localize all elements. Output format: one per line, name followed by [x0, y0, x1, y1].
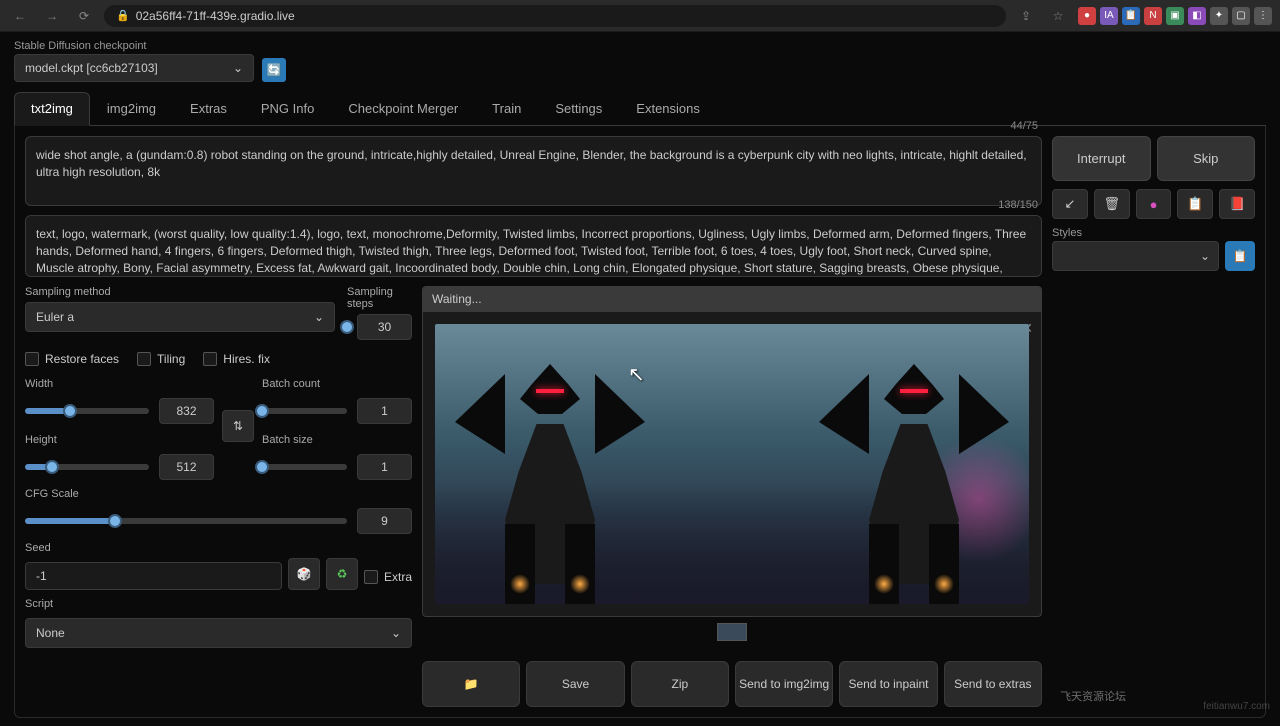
- browser-toolbar: ← → ⟳ 🔒 02a56ff4-71ff-439e.gradio.live ⇪…: [0, 0, 1280, 32]
- open-folder-button[interactable]: 📁: [422, 661, 520, 707]
- batch-count-slider[interactable]: [262, 408, 347, 414]
- watermark-url: feitianwu7.com: [1203, 701, 1270, 712]
- tab-settings[interactable]: Settings: [538, 92, 619, 125]
- preview-image[interactable]: [435, 324, 1029, 604]
- batch-size-slider[interactable]: [262, 464, 347, 470]
- random-seed-button[interactable]: 🎲: [288, 558, 320, 590]
- zip-button[interactable]: Zip: [631, 661, 729, 707]
- script-select[interactable]: None ⌄: [25, 618, 412, 648]
- restore-faces-checkbox[interactable]: Restore faces: [25, 352, 119, 366]
- width-label: Width: [25, 378, 214, 390]
- tab-txt2img[interactable]: txt2img: [14, 92, 90, 126]
- batch-count-label: Batch count: [262, 378, 412, 390]
- send-to-extras-button[interactable]: Send to extras: [944, 661, 1042, 707]
- batch-size-label: Batch size: [262, 434, 412, 446]
- batch-size-input[interactable]: [357, 454, 412, 480]
- cfg-scale-input[interactable]: [357, 508, 412, 534]
- tab-png-info[interactable]: PNG Info: [244, 92, 331, 125]
- width-slider[interactable]: [25, 408, 149, 414]
- watermark-text: 飞天资源论坛: [1060, 688, 1126, 704]
- seed-label: Seed: [25, 542, 282, 554]
- share-icon[interactable]: ⇪: [1014, 4, 1038, 28]
- checkpoint-label: Stable Diffusion checkpoint: [14, 40, 254, 52]
- quick-action-button[interactable]: 📕: [1219, 189, 1255, 219]
- extension-icon[interactable]: ▣: [1166, 7, 1184, 25]
- prompt-input[interactable]: [25, 136, 1042, 206]
- styles-label: Styles: [1052, 227, 1255, 239]
- height-slider[interactable]: [25, 464, 149, 470]
- hires-fix-checkbox[interactable]: Hires. fix: [203, 352, 270, 366]
- main-tabs: txt2imgimg2imgExtrasPNG InfoCheckpoint M…: [14, 92, 1266, 126]
- reuse-seed-button[interactable]: ♻: [326, 558, 358, 590]
- thumbnail-image[interactable]: [717, 623, 747, 641]
- back-button[interactable]: ←: [8, 4, 32, 28]
- lock-icon: 🔒: [116, 9, 130, 22]
- chevron-down-icon: ⌄: [233, 61, 243, 75]
- extension-icon[interactable]: ▢: [1232, 7, 1250, 25]
- tab-extensions[interactable]: Extensions: [619, 92, 717, 125]
- script-label: Script: [25, 598, 412, 610]
- tab-checkpoint-merger[interactable]: Checkpoint Merger: [331, 92, 475, 125]
- styles-select[interactable]: ⌄: [1052, 241, 1219, 271]
- seed-input[interactable]: [25, 562, 282, 590]
- url-text: 02a56ff4-71ff-439e.gradio.live: [136, 9, 295, 23]
- star-icon[interactable]: ☆: [1046, 4, 1070, 28]
- thumbnail-strip: [422, 617, 1042, 647]
- tab-extras[interactable]: Extras: [173, 92, 244, 125]
- neg-prompt-token-count: 138/150: [998, 199, 1038, 211]
- sampling-method-select[interactable]: Euler a ⌄: [25, 302, 335, 332]
- extra-seed-checkbox[interactable]: Extra: [364, 570, 412, 584]
- interrupt-button[interactable]: Interrupt: [1052, 136, 1151, 181]
- sampling-steps-label: Sampling steps: [347, 286, 412, 310]
- quick-action-button[interactable]: ●: [1136, 189, 1172, 219]
- forward-button[interactable]: →: [40, 4, 64, 28]
- tab-train[interactable]: Train: [475, 92, 538, 125]
- checkpoint-value: model.ckpt [cc6cb27103]: [25, 61, 158, 75]
- reload-button[interactable]: ⟳: [72, 4, 96, 28]
- quick-action-button[interactable]: 🗑: [1094, 189, 1130, 219]
- checkpoint-row: Stable Diffusion checkpoint model.ckpt […: [14, 40, 1266, 82]
- refresh-checkpoint-button[interactable]: 🔄: [262, 58, 286, 82]
- save-button[interactable]: Save: [526, 661, 624, 707]
- quick-action-button[interactable]: ↙: [1052, 189, 1088, 219]
- negative-prompt-input[interactable]: [25, 215, 1042, 277]
- script-value: None: [36, 626, 65, 640]
- chevron-down-icon: ⌄: [1200, 249, 1210, 263]
- address-bar[interactable]: 🔒 02a56ff4-71ff-439e.gradio.live: [104, 5, 1006, 27]
- extension-icon[interactable]: IA: [1100, 7, 1118, 25]
- extension-icon[interactable]: ●: [1078, 7, 1096, 25]
- batch-count-input[interactable]: [357, 398, 412, 424]
- extension-icon[interactable]: ⋮: [1254, 7, 1272, 25]
- cfg-scale-slider[interactable]: [25, 518, 347, 524]
- extension-icon[interactable]: ◧: [1188, 7, 1206, 25]
- sampling-steps-input[interactable]: [357, 314, 412, 340]
- prompt-token-count: 44/75: [1010, 120, 1038, 132]
- send-to-img2img-button[interactable]: Send to img2img: [735, 661, 833, 707]
- preview-status: Waiting...: [422, 286, 1042, 312]
- apply-style-button[interactable]: 📋: [1225, 241, 1255, 271]
- extension-icon[interactable]: N: [1144, 7, 1162, 25]
- tab-img2img[interactable]: img2img: [90, 92, 173, 125]
- extension-icon[interactable]: 📋: [1122, 7, 1140, 25]
- height-label: Height: [25, 434, 214, 446]
- height-input[interactable]: [159, 454, 214, 480]
- sampling-method-value: Euler a: [36, 310, 74, 324]
- preview-area: ✕: [422, 312, 1042, 617]
- cfg-scale-label: CFG Scale: [25, 488, 412, 500]
- main-panel: 44/75 138/150 Sampling method Euler a: [14, 126, 1266, 718]
- tiling-checkbox[interactable]: Tiling: [137, 352, 185, 366]
- sampling-method-label: Sampling method: [25, 286, 335, 298]
- chevron-down-icon: ⌄: [391, 626, 401, 640]
- skip-button[interactable]: Skip: [1157, 136, 1256, 181]
- quick-action-button[interactable]: 📋: [1177, 189, 1213, 219]
- swap-dimensions-button[interactable]: ⇅: [222, 410, 254, 442]
- extension-icons: ●IA📋N▣◧✦▢⋮: [1078, 7, 1272, 25]
- send-to-inpaint-button[interactable]: Send to inpaint: [839, 661, 937, 707]
- checkpoint-select[interactable]: model.ckpt [cc6cb27103] ⌄: [14, 54, 254, 82]
- extension-icon[interactable]: ✦: [1210, 7, 1228, 25]
- chevron-down-icon: ⌄: [314, 310, 324, 324]
- width-input[interactable]: [159, 398, 214, 424]
